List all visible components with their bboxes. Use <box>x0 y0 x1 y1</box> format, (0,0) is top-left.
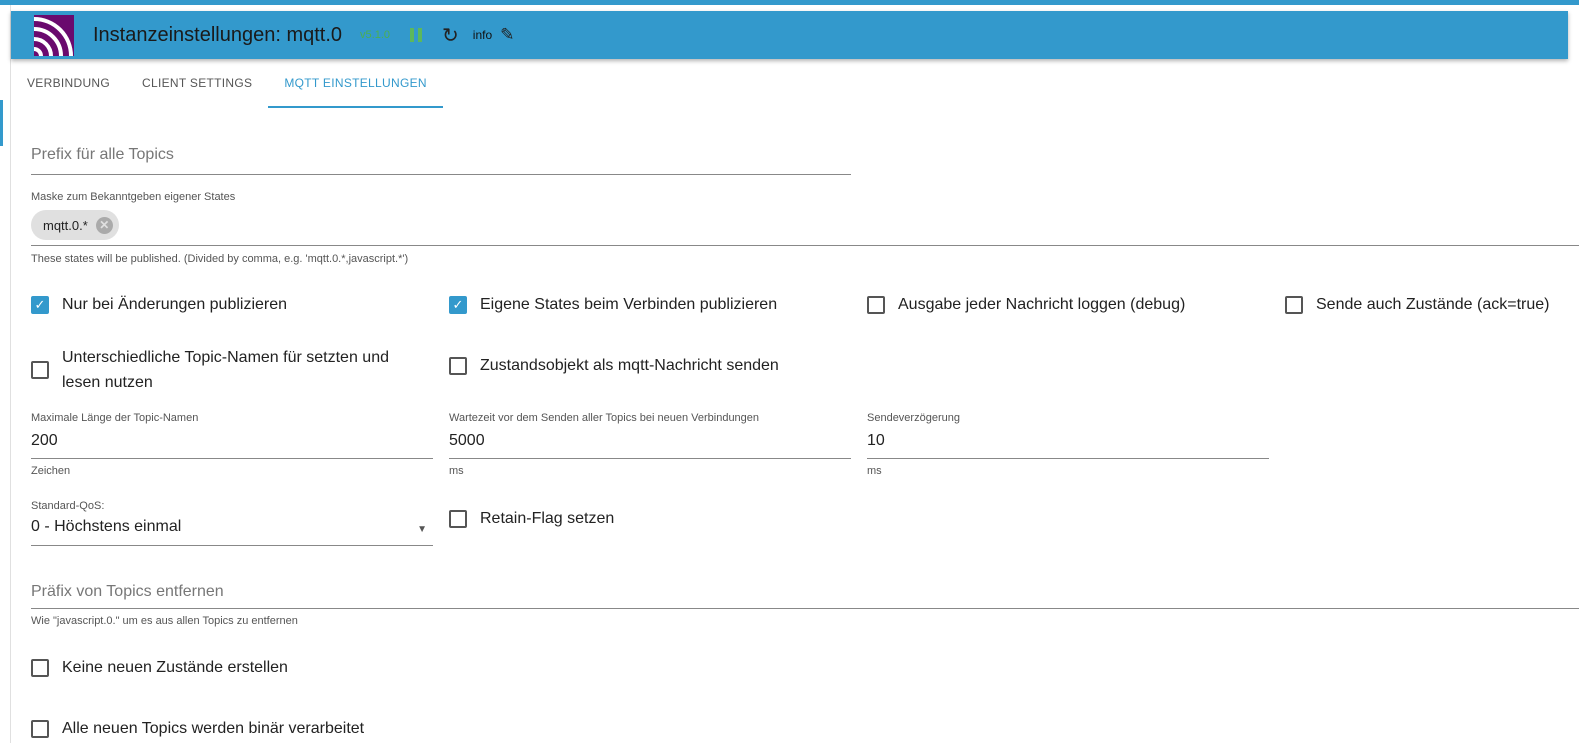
chip-label: mqtt.0.* <box>43 217 88 233</box>
pencil-icon[interactable]: ✎ <box>500 25 514 45</box>
checkbox-icon[interactable] <box>449 357 467 375</box>
checkbox-icon[interactable] <box>31 720 49 738</box>
remove-prefix-input[interactable]: Präfix von Topics entfernen <box>31 583 1579 609</box>
prefix-input[interactable]: Prefix für alle Topics <box>31 146 851 175</box>
maxlen-input[interactable]: 200 <box>31 432 433 459</box>
checkbox-icon[interactable] <box>867 296 885 314</box>
checkbox-icon[interactable] <box>1285 296 1303 314</box>
tab-client-settings[interactable]: Client settings <box>126 60 268 108</box>
mqtt-logo <box>33 14 74 56</box>
checkbox-different-topics[interactable]: Unterschiedliche Topic-Namen für setzten… <box>31 345 431 395</box>
reload-icon[interactable]: ↻ <box>442 23 459 48</box>
pause-icon[interactable] <box>410 28 423 42</box>
checkbox-label: Eigene States beim Verbinden publizieren <box>480 296 778 313</box>
checkbox-label: Zustandsobjekt als mqtt-Nachricht senden <box>480 357 779 374</box>
qos-value: 0 - Höchstens einmal <box>31 518 182 535</box>
checkbox-retain[interactable]: Retain-Flag setzen <box>449 510 614 528</box>
prefix-placeholder: Prefix für alle Topics <box>31 146 174 163</box>
checkbox-label: Ausgabe jeder Nachricht loggen (debug) <box>898 296 1186 313</box>
instance-header: Instanzeinstellungen: mqtt.0 v5.1.0 ↻ in… <box>11 11 1568 59</box>
qos-select[interactable]: 0 - Höchstens einmal ▼ <box>31 518 433 546</box>
maxlen-value: 200 <box>31 432 58 449</box>
delay-input[interactable]: 10 <box>867 432 1269 459</box>
checkbox-publish-on-connect[interactable]: ✓ Eigene States beim Verbinden publiziere… <box>449 296 777 314</box>
checkbox-binary[interactable]: Alle neuen Topics werden binär verarbeit… <box>31 720 364 738</box>
checkbox-icon[interactable] <box>31 361 49 379</box>
checkbox-label: Nur bei Änderungen publizieren <box>62 296 288 313</box>
checkbox-label: Keine neuen Zustände erstellen <box>62 659 288 676</box>
checkbox-state-object[interactable]: Zustandsobjekt als mqtt-Nachricht senden <box>449 357 779 375</box>
close-icon[interactable]: ✕ <box>95 216 113 234</box>
top-stripe <box>0 0 1579 5</box>
delay-value: 10 <box>867 432 885 449</box>
checkbox-icon[interactable] <box>31 659 49 677</box>
maxlen-label: Maximale Länge der Topic-Namen <box>31 412 199 424</box>
mask-helper: These states will be published. (Divided… <box>31 253 409 265</box>
sidebar-indicator <box>0 100 3 146</box>
delay-helper: ms <box>867 465 882 477</box>
checkbox-checked-icon[interactable]: ✓ <box>449 296 467 314</box>
version-label: v5.1.0 <box>360 29 391 41</box>
checkbox-no-new-states[interactable]: Keine neuen Zustände erstellen <box>31 659 288 677</box>
checkbox-icon[interactable] <box>449 510 467 528</box>
maxlen-helper: Zeichen <box>31 465 71 477</box>
checkbox-label: Retain-Flag setzen <box>480 510 615 527</box>
checkbox-only-changes[interactable]: ✓ Nur bei Änderungen publizieren <box>31 296 287 314</box>
checkbox-label: Unterschiedliche Topic-Namen für setzten… <box>62 349 389 391</box>
wait-helper: ms <box>449 465 464 477</box>
wait-label: Wartezeit vor dem Senden aller Topics be… <box>449 412 760 424</box>
divider <box>10 5 11 743</box>
delay-label: Sendeverzögerung <box>867 412 960 424</box>
qos-label: Standard-QoS: <box>31 500 105 512</box>
mask-input[interactable] <box>31 205 1579 246</box>
tab-mqtt-einstellungen[interactable]: MQTT Einstellungen <box>268 60 443 108</box>
remove-prefix-placeholder: Präfix von Topics entfernen <box>31 583 224 600</box>
tab-verbindung[interactable]: Verbindung <box>11 60 126 108</box>
remove-prefix-helper: Wie "javascript.0." um es aus allen Topi… <box>31 615 298 627</box>
wait-input[interactable]: 5000 <box>449 432 851 459</box>
checkbox-label: Sende auch Zustände (ack=true) <box>1316 296 1550 313</box>
checkbox-send-ack[interactable]: Sende auch Zustände (ack=true) <box>1285 296 1549 314</box>
info-button[interactable]: info <box>473 28 492 42</box>
checkbox-debug[interactable]: Ausgabe jeder Nachricht loggen (debug) <box>867 296 1185 314</box>
checkbox-label: Alle neuen Topics werden binär verarbeit… <box>62 720 365 737</box>
mask-label: Maske zum Bekanntgeben eigener States <box>31 191 236 203</box>
tab-bar: Verbindung Client settings MQTT Einstell… <box>11 60 443 108</box>
dropdown-arrow-icon: ▼ <box>417 524 427 535</box>
checkbox-checked-icon[interactable]: ✓ <box>31 296 49 314</box>
page-title: Instanzeinstellungen: mqtt.0 <box>93 23 343 46</box>
mask-chip: mqtt.0.* ✕ <box>31 210 119 240</box>
wait-value: 5000 <box>449 432 485 449</box>
